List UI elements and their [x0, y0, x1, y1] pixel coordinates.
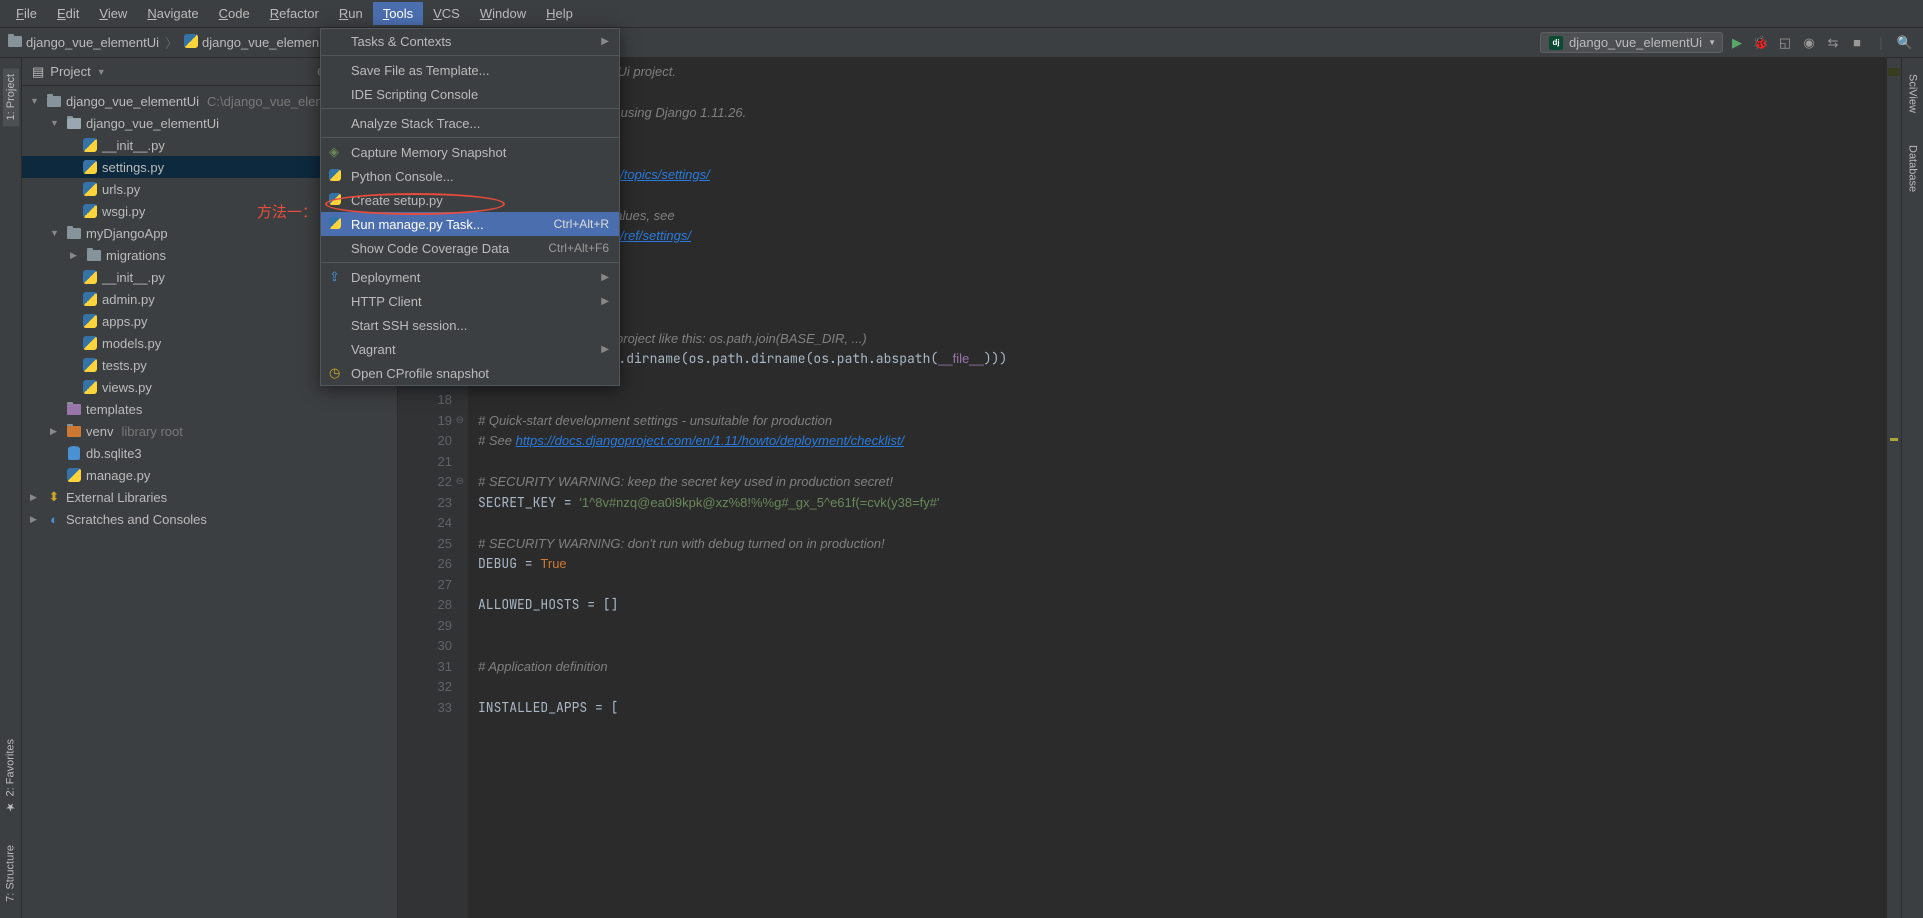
menu-refactor[interactable]: Refactor	[260, 2, 329, 25]
main-area: 1: Project ★2: Favorites 7: Structure ▤ …	[0, 58, 1923, 918]
menu-item-run-manage-py-task-[interactable]: Run manage.py Task...Ctrl+Alt+R	[321, 212, 619, 236]
stop-icon[interactable]: ■	[1847, 33, 1867, 53]
chevron-down-icon[interactable]: ▼	[97, 67, 106, 77]
menu-code[interactable]: Code	[209, 2, 260, 25]
menu-edit[interactable]: Edit	[47, 2, 89, 25]
project-panel-title: Project	[50, 64, 90, 79]
menu-item-open-cprofile-snapshot[interactable]: ◷Open CProfile snapshot	[321, 361, 619, 385]
concurrency-icon[interactable]: ⇆	[1823, 33, 1843, 53]
tree-venv[interactable]: ▶venvlibrary root	[22, 420, 397, 442]
breadcrumb-project[interactable]: django_vue_elementUi	[26, 35, 159, 50]
project-icon: ▤	[32, 64, 44, 80]
tree-templates[interactable]: templates	[22, 398, 397, 420]
menu-file[interactable]: File	[6, 2, 47, 25]
menu-item-deployment[interactable]: ⇪Deployment▶	[321, 265, 619, 289]
tree-extlib[interactable]: ▶⬍External Libraries	[22, 486, 397, 508]
menu-item-tasks-contexts[interactable]: Tasks & Contexts▶	[321, 29, 619, 53]
menu-help[interactable]: Help	[536, 2, 583, 25]
search-icon[interactable]: 🔍	[1895, 33, 1915, 53]
menu-item-show-code-coverage-data[interactable]: Show Code Coverage DataCtrl+Alt+F6	[321, 236, 619, 260]
code-editor[interactable]: 141516171819⊖202122⊖23242526272829303132…	[398, 58, 1901, 918]
tree-scratches[interactable]: ▶◐Scratches and Consoles	[22, 508, 397, 530]
divider: |	[1871, 33, 1891, 53]
django-icon: dj	[1549, 36, 1563, 50]
tree-db[interactable]: db.sqlite3	[22, 442, 397, 464]
menubar: FileEditViewNavigateCodeRefactorRunTools…	[0, 0, 1923, 28]
breadcrumb-sep: 〉	[165, 33, 178, 52]
menu-separator	[321, 262, 619, 263]
tree-manage[interactable]: manage.py	[22, 464, 397, 486]
menu-window[interactable]: Window	[470, 2, 536, 25]
tool-tab-project[interactable]: 1: Project	[3, 68, 19, 126]
annotation-text: 方法一：	[257, 201, 317, 222]
toolbar: django_vue_elementUi 〉 django_vue_elemen…	[0, 28, 1923, 58]
menu-item-save-file-as-template-[interactable]: Save File as Template...	[321, 58, 619, 82]
run-config-select[interactable]: dj django_vue_elementUi	[1540, 32, 1723, 53]
menu-item-create-setup-py[interactable]: Create setup.py	[321, 188, 619, 212]
folder-icon	[8, 35, 22, 50]
menu-item-start-ssh-session-[interactable]: Start SSH session...	[321, 313, 619, 337]
debug-icon[interactable]: 🐞	[1751, 33, 1771, 53]
python-icon	[184, 34, 198, 51]
run-config-area: dj django_vue_elementUi ▶ 🐞 ◱ ◉ ⇆ ■ | 🔍	[1540, 32, 1915, 53]
run-config-label: django_vue_elementUi	[1569, 35, 1702, 50]
menu-view[interactable]: View	[89, 2, 137, 25]
menu-separator	[321, 55, 619, 56]
tool-tab-favorites[interactable]: ★2: Favorites	[2, 733, 19, 819]
menu-vcs[interactable]: VCS	[423, 2, 470, 25]
menu-item-vagrant[interactable]: Vagrant▶	[321, 337, 619, 361]
left-tool-gutter: 1: Project ★2: Favorites 7: Structure	[0, 58, 22, 918]
menu-item-python-console-[interactable]: Python Console...	[321, 164, 619, 188]
tool-tab-database[interactable]: Database	[1905, 139, 1921, 198]
menu-separator	[321, 137, 619, 138]
menu-run[interactable]: Run	[329, 2, 373, 25]
menu-item-analyze-stack-trace-[interactable]: Analyze Stack Trace...	[321, 111, 619, 135]
menu-tools[interactable]: Tools	[373, 2, 423, 25]
run-icon[interactable]: ▶	[1727, 33, 1747, 53]
menu-navigate[interactable]: Navigate	[137, 2, 208, 25]
scrollbar-map[interactable]	[1887, 58, 1901, 918]
right-tool-gutter: SciView Database	[1901, 58, 1923, 918]
profile-icon[interactable]: ◉	[1799, 33, 1819, 53]
code-content[interactable]: for django_vue_elementUi project. ango-a…	[468, 58, 1887, 918]
tool-tab-sciview[interactable]: SciView	[1905, 68, 1921, 119]
tool-tab-structure[interactable]: 7: Structure	[2, 839, 19, 908]
tools-menu-dropdown: Tasks & Contexts▶ Save File as Template..…	[320, 28, 620, 386]
breadcrumb-file[interactable]: django_vue_elemen	[202, 35, 319, 50]
coverage-icon[interactable]: ◱	[1775, 33, 1795, 53]
menu-separator	[321, 108, 619, 109]
menu-item-http-client[interactable]: HTTP Client▶	[321, 289, 619, 313]
menu-item-ide-scripting-console[interactable]: IDE Scripting Console	[321, 82, 619, 106]
menu-item-capture-memory-snapshot[interactable]: ◈Capture Memory Snapshot	[321, 140, 619, 164]
breadcrumb: django_vue_elementUi 〉 django_vue_elemen	[8, 33, 319, 52]
